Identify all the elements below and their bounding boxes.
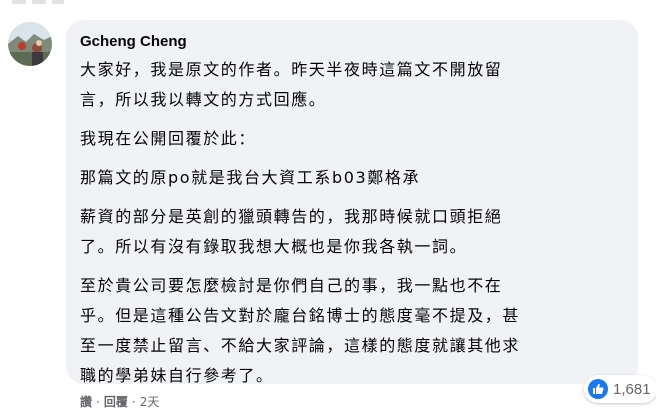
comment-line: 言，所以我以轉文的方式回應。 <box>80 90 327 109</box>
comment-line: 乎。但是這種公告文對於龐台銘博士的態度毫不提及，甚 <box>80 306 521 325</box>
comment-paragraph: 大家好，我是原文的作者。昨天半夜時這篇文不開放留 言，所以我以轉文的方式回應。 <box>80 55 624 115</box>
reaction-count: 1,681 <box>613 380 651 398</box>
separator-dot: · <box>131 394 136 409</box>
comment-line: 職的學弟妹自行參考了。 <box>80 366 274 385</box>
like-button[interactable]: 讚 <box>80 393 92 410</box>
comment-actions: 讚 · 回覆 · 2天 <box>80 393 159 410</box>
thumbs-up-icon <box>588 379 608 399</box>
comment-timestamp[interactable]: 2天 <box>140 393 160 410</box>
comment-line: 了。所以有沒有錄取我想大概也是你我各執一詞。 <box>80 237 468 256</box>
reaction-summary[interactable]: 1,681 <box>584 375 656 403</box>
comment-bubble: Gcheng Cheng 大家好，我是原文的作者。昨天半夜時這篇文不開放留 言，… <box>66 20 638 385</box>
comment-line: 至於貴公司要怎麼檢討是你們自己的事，我一點也不在 <box>80 276 503 295</box>
comment-paragraph: 我現在公開回覆於此： <box>80 124 624 154</box>
comment-paragraph: 薪資的部分是英創的獵頭轉告的，我那時候就口頭拒絕 了。所以有沒有錄取我想大概也是… <box>80 202 624 262</box>
separator-dot: · <box>96 394 100 409</box>
avatar[interactable] <box>8 22 52 66</box>
comment-line: 我現在公開回覆於此： <box>80 129 257 148</box>
previous-comment-fragment <box>12 0 72 6</box>
comment-paragraph: 至於貴公司要怎麼檢討是你們自己的事，我一點也不在 乎。但是這種公告文對於龐台銘博… <box>80 271 624 391</box>
comment-line: 那篇文的原po就是我台大資工系b03鄭格承 <box>80 168 421 187</box>
comment-thread: Gcheng Cheng 大家好，我是原文的作者。昨天半夜時這篇文不開放留 言，… <box>0 0 656 416</box>
comment-line: 薪資的部分是英創的獵頭轉告的，我那時候就口頭拒絕 <box>80 207 503 226</box>
comment-author[interactable]: Gcheng Cheng <box>80 32 624 52</box>
comment-paragraph: 那篇文的原po就是我台大資工系b03鄭格承 <box>80 163 624 193</box>
comment-line: 至一度禁止留言、不給大家評論，這樣的態度就讓其他求 <box>80 336 521 355</box>
reply-button[interactable]: 回覆 <box>104 393 128 410</box>
comment-line: 大家好，我是原文的作者。昨天半夜時這篇文不開放留 <box>80 60 503 79</box>
